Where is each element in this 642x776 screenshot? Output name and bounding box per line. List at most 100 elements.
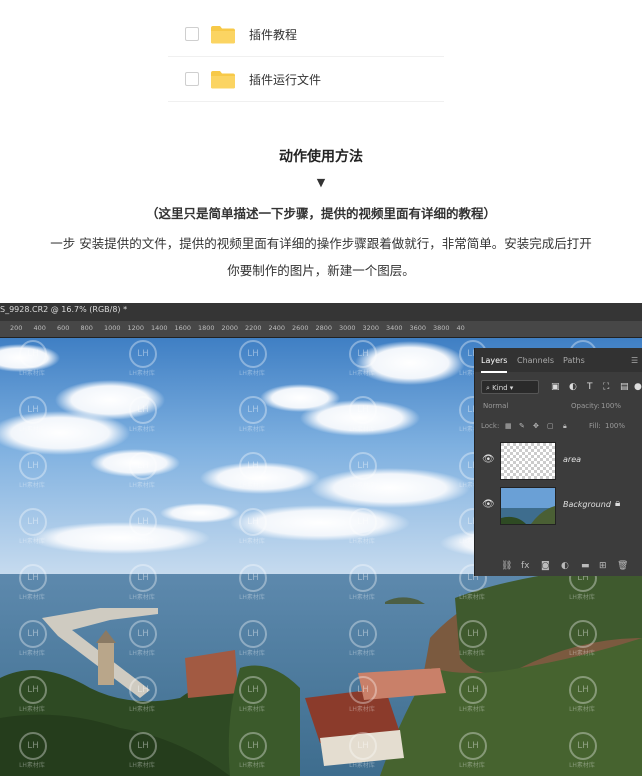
opacity-label: Opacity: — [571, 402, 600, 410]
pixel-filter-icon[interactable]: ▣ — [551, 382, 560, 392]
kind-filter-select[interactable]: ⌕ Kind ▾ — [481, 380, 539, 394]
lock-icon: 🔒︎ — [615, 498, 621, 509]
watermark-circle: LH — [239, 676, 267, 704]
tab-channels[interactable]: Channels — [517, 356, 554, 365]
ruler-number: 200 — [10, 324, 23, 332]
folder-icon — [211, 25, 235, 43]
watermark-circle: LH — [459, 732, 487, 760]
adjustment-filter-icon[interactable]: ◐ — [569, 382, 577, 392]
ruler-number: 1800 — [198, 324, 215, 332]
layer-name[interactable]: Background — [563, 500, 611, 509]
trash-icon[interactable]: 🗑︎ — [617, 561, 628, 571]
ruler-number: 3800 — [433, 324, 450, 332]
lock-transparency-icon[interactable]: ▦ — [505, 422, 512, 430]
filter-toggle-icon[interactable]: ● — [634, 382, 642, 392]
watermark-circle: LH — [19, 620, 47, 648]
ruler-number: 2000 — [221, 324, 239, 332]
file-row[interactable]: 插件教程 — [168, 12, 444, 57]
watermark-circle: LH — [349, 340, 377, 368]
watermark-circle: LH — [239, 340, 267, 368]
visibility-eye-icon[interactable]: 👁︎ — [482, 499, 495, 510]
watermark-logo: LH LH素材库 — [12, 620, 52, 660]
watermark-circle: LH — [349, 676, 377, 704]
smart-object-filter-icon[interactable]: ▤ — [620, 382, 629, 392]
document-tab[interactable]: S_9928.CR2 @ 16.7% (RGB/8) * — [0, 305, 127, 314]
document-tab-bar: S_9928.CR2 @ 16.7% (RGB/8) * — [0, 303, 642, 321]
watermark-circle: LH — [129, 564, 157, 592]
watermark-text: LH素材库 — [19, 370, 45, 377]
watermark-logo: LH LH素材库 — [452, 676, 492, 716]
lock-move-icon[interactable]: ✥ — [533, 422, 539, 430]
watermark-text: LH素材库 — [19, 762, 45, 769]
watermark-text: LH素材库 — [19, 426, 45, 433]
watermark-logo: LH LH素材库 — [12, 564, 52, 604]
blend-mode-select[interactable]: Normal — [483, 402, 508, 410]
new-layer-icon[interactable]: ⊞ — [599, 561, 607, 571]
folder-icon — [211, 70, 235, 88]
ruler-number: 1400 — [151, 324, 168, 332]
layer-row-area[interactable]: 👁︎ area — [475, 438, 642, 482]
link-icon[interactable]: ⛓ — [501, 561, 512, 571]
file-checkbox[interactable] — [185, 27, 199, 41]
watermark-text: LH素材库 — [129, 706, 155, 713]
watermark-text: LH素材库 — [129, 482, 155, 489]
panel-tabs: Layers Channels Paths ☰ — [475, 348, 642, 373]
lock-artboard-icon[interactable]: ▢ — [547, 422, 554, 430]
file-name[interactable]: 插件教程 — [249, 26, 297, 43]
mask-icon[interactable]: ◙ — [541, 561, 550, 571]
watermark-text: LH素材库 — [19, 538, 45, 545]
watermark-circle: LH — [569, 620, 597, 648]
group-icon[interactable]: ▬ — [581, 561, 590, 571]
watermark-text: LH素材库 — [459, 762, 485, 769]
ruler-number: 3200 — [362, 324, 380, 332]
watermark-text: LH素材库 — [19, 482, 45, 489]
watermark-logo: LH LH素材库 — [232, 508, 272, 548]
watermark-logo: LH LH素材库 — [122, 508, 162, 548]
tab-paths[interactable]: Paths — [563, 356, 585, 365]
lock-all-icon[interactable]: 🔒︎ — [563, 422, 567, 431]
layer-row-background[interactable]: 👁︎ Background 🔒︎ — [475, 483, 642, 527]
file-checkbox[interactable] — [185, 72, 199, 86]
watermark-text: LH素材库 — [19, 706, 45, 713]
watermark-logo: LH LH素材库 — [12, 396, 52, 436]
tab-layers[interactable]: Layers — [481, 356, 508, 373]
watermark-text: LH素材库 — [129, 762, 155, 769]
opacity-value[interactable]: 100% — [601, 402, 621, 410]
fill-value[interactable]: 100% — [605, 422, 625, 430]
watermark-text: LH素材库 — [569, 650, 595, 657]
watermark-logo: LH LH素材库 — [122, 452, 162, 492]
watermark-circle: LH — [239, 508, 267, 536]
layer-name[interactable]: area — [563, 455, 581, 464]
watermark-circle: LH — [129, 732, 157, 760]
file-row[interactable]: 插件运行文件 — [168, 57, 444, 102]
watermark-text: LH素材库 — [239, 594, 265, 601]
shape-filter-icon[interactable]: ⛶ — [603, 382, 609, 392]
watermark-logo: LH LH素材库 — [562, 676, 602, 716]
visibility-eye-icon[interactable]: 👁︎ — [482, 454, 495, 465]
watermark-text: LH素材库 — [239, 426, 265, 433]
watermark-circle: LH — [19, 452, 47, 480]
ruler-number: 1200 — [127, 324, 145, 332]
ruler-number: 3400 — [386, 324, 403, 332]
down-arrow-icon: ▼ — [316, 176, 326, 189]
panel-menu-icon[interactable]: ☰ — [631, 356, 638, 365]
type-filter-icon[interactable]: T — [587, 382, 593, 392]
watermark-logo: LH LH素材库 — [122, 564, 162, 604]
watermark-circle: LH — [129, 508, 157, 536]
image-canvas[interactable]: LH LH素材库 LH LH素材库 LH LH素材库 LH LH素材库 LH LH素材库 LH LH素… — [0, 338, 642, 776]
watermark-logo: LH LH素材库 — [232, 732, 272, 772]
file-list: 插件教程 插件运行文件 — [168, 0, 444, 102]
watermark-logo: LH LH素材库 — [342, 676, 382, 716]
watermark-text: LH素材库 — [19, 650, 45, 657]
adjustment-icon[interactable]: ◐ — [561, 561, 569, 571]
watermark-circle: LH — [239, 620, 267, 648]
watermark-text: LH素材库 — [349, 370, 375, 377]
watermark-logo: LH LH素材库 — [232, 452, 272, 492]
watermark-logo: LH LH素材库 — [232, 564, 272, 604]
fx-icon[interactable]: fx — [521, 561, 530, 571]
lock-paint-icon[interactable]: ✎ — [519, 422, 525, 430]
watermark-text: LH素材库 — [239, 482, 265, 489]
file-name[interactable]: 插件运行文件 — [249, 71, 321, 88]
watermark-logo: LH LH素材库 — [12, 732, 52, 772]
horizontal-ruler: 200 400 600 800 1000 1200 1400 1600 1800 2000 2200… — [0, 321, 642, 338]
